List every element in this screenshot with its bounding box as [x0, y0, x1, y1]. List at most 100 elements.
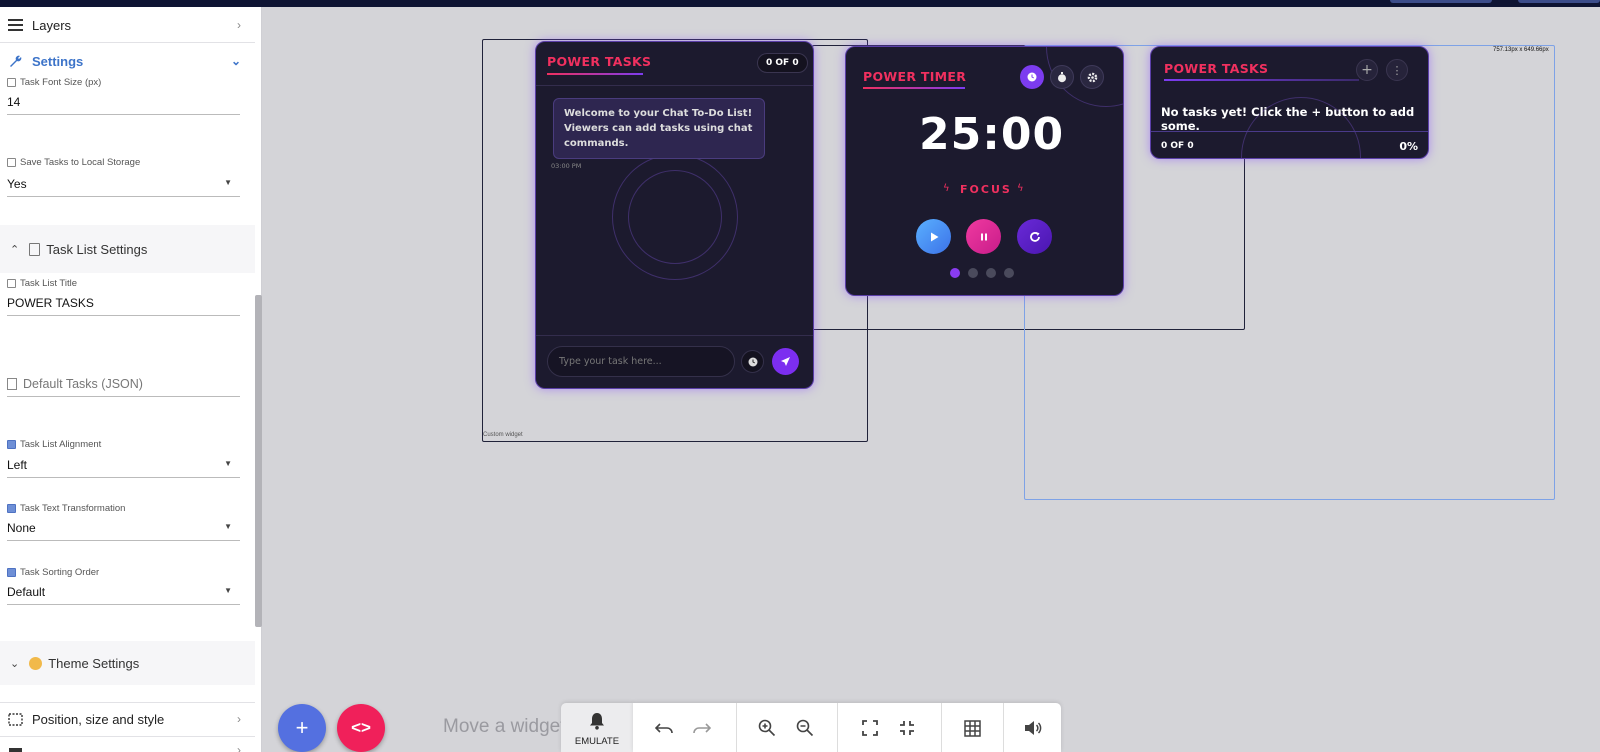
save-label: Save Tasks to Local Storage	[7, 157, 140, 168]
align-icon	[7, 440, 16, 449]
divider	[0, 736, 255, 737]
gear-icon	[1087, 72, 1097, 82]
session-dot	[1004, 268, 1014, 278]
emulate-label: EMULATE	[574, 736, 620, 747]
theme-settings-section[interactable]: ⌄ Theme Settings	[0, 641, 255, 685]
volume-icon	[1025, 721, 1042, 735]
save-select[interactable]: Yes ▼	[7, 177, 240, 197]
alignment-select[interactable]: Left ▼	[7, 458, 240, 478]
top-bar	[0, 0, 1600, 7]
fullscreen-button[interactable]	[859, 717, 881, 739]
play-icon	[930, 232, 938, 241]
task-list-title-label: Task List Title	[7, 278, 77, 289]
task-count-badge: 0 OF 0	[757, 53, 808, 73]
task-list-settings-section[interactable]: ⌃ Task List Settings	[0, 225, 255, 273]
divider	[0, 42, 255, 43]
undo-button[interactable]	[653, 717, 675, 739]
caret-down-icon: ▼	[224, 178, 232, 187]
bolt-icon: ϟ	[1017, 183, 1024, 194]
zoom-out-icon	[796, 719, 814, 737]
animation-row-partial[interactable]: ›	[0, 741, 255, 752]
position-size-label: Position, size and style	[32, 711, 165, 727]
welcome-message: Welcome to your Chat To-Do List! Viewers…	[553, 98, 765, 159]
plus-icon: +	[1361, 62, 1373, 78]
task-list-title-input[interactable]: POWER TASKS	[7, 296, 240, 316]
exit-fullscreen-icon	[900, 721, 914, 735]
edit-icon	[7, 279, 16, 288]
sidebar: Layers › Settings ⌄ Task Font Size (px) …	[0, 7, 262, 752]
sorting-select[interactable]: Default ▼	[7, 585, 240, 605]
header-divider	[536, 85, 813, 86]
message-time: 03:00 PM	[551, 162, 582, 170]
chevron-right-icon: ›	[237, 18, 241, 32]
layers-row[interactable]: Layers ›	[0, 13, 255, 37]
top-bar-pill[interactable]	[1390, 0, 1492, 3]
more-vertical-icon: ⋮	[1391, 63, 1403, 77]
ruler-icon	[7, 78, 16, 87]
document-icon	[7, 378, 17, 390]
pause-button[interactable]	[966, 219, 1001, 254]
add-widget-button[interactable]: +	[278, 704, 326, 752]
timer-display: 25:00	[919, 109, 1065, 160]
film-icon	[7, 742, 23, 752]
redo-button[interactable]	[691, 717, 713, 739]
power-tasks-widget[interactable]: POWER TASKS 0 OF 0 Welcome to your Chat …	[535, 41, 814, 389]
settings-button[interactable]	[1080, 65, 1104, 89]
chevron-down-icon: ⌄	[10, 657, 20, 670]
zoom-in-button[interactable]	[756, 717, 778, 739]
wrench-icon	[7, 53, 23, 69]
sound-button[interactable]	[1022, 717, 1044, 739]
palette-icon	[29, 656, 43, 670]
stopwatch-icon	[1058, 71, 1066, 82]
task-input[interactable]: Type your task here...	[547, 346, 735, 377]
task-percent: 0%	[1399, 140, 1418, 153]
tasks-title: POWER TASKS	[1164, 61, 1269, 76]
code-button[interactable]: <>	[337, 704, 385, 752]
code-icon: <>	[351, 718, 371, 737]
emulate-panel[interactable]: EMULATE	[561, 703, 633, 752]
layers-label: Layers	[32, 17, 72, 33]
grid-button[interactable]	[961, 717, 983, 739]
send-icon	[781, 357, 790, 366]
task-list-settings-label: Task List Settings	[46, 241, 148, 257]
exit-fullscreen-button[interactable]	[896, 717, 918, 739]
frame-caption: Custom widget	[483, 432, 523, 438]
power-timer-widget[interactable]: POWER TIMER 25:00 ϟ FOCUS ϟ	[845, 46, 1124, 296]
stopwatch-button[interactable]	[1050, 65, 1074, 89]
transform-select[interactable]: None ▼	[7, 521, 240, 541]
default-tasks-input[interactable]: Default Tasks (JSON)	[7, 377, 240, 397]
session-dot	[986, 268, 996, 278]
empty-tasks-message: No tasks yet! Click the + button to add …	[1161, 105, 1415, 133]
session-dot	[968, 268, 978, 278]
settings-row[interactable]: Settings ⌄	[0, 49, 255, 73]
reset-button[interactable]	[1017, 219, 1052, 254]
timer-mode-button[interactable]	[1020, 65, 1044, 89]
font-size-input[interactable]: 14	[7, 95, 240, 115]
pause-icon	[980, 233, 987, 240]
power-tasks-widget-2[interactable]: POWER TASKS + ⋮ No tasks yet! Click the …	[1150, 46, 1429, 159]
add-task-button[interactable]: +	[1356, 59, 1378, 81]
timer-mode-label: FOCUS	[960, 183, 1012, 196]
zoom-out-button[interactable]	[794, 717, 816, 739]
send-button[interactable]	[772, 348, 799, 375]
position-size-row[interactable]: Position, size and style ›	[0, 707, 255, 731]
refresh-icon	[1029, 231, 1040, 242]
menu-icon	[7, 17, 23, 33]
more-options-button[interactable]: ⋮	[1386, 59, 1408, 81]
tasks-title: POWER TASKS	[547, 54, 652, 69]
undo-icon	[655, 723, 673, 734]
fullscreen-icon	[862, 720, 878, 736]
chevron-up-icon: ⌃	[10, 243, 20, 256]
canvas-toolbar	[633, 703, 1061, 752]
toolbar-divider	[736, 703, 737, 752]
zoom-in-icon	[758, 719, 776, 737]
sidebar-scrollbar[interactable]	[255, 295, 262, 627]
top-bar-pill[interactable]	[1518, 0, 1600, 3]
play-button[interactable]	[916, 219, 951, 254]
frame-dimensions: 757.13px x 649.66px	[1493, 47, 1549, 53]
clock-button[interactable]	[741, 350, 764, 373]
redo-icon	[693, 723, 711, 734]
plus-icon: +	[295, 715, 309, 740]
settings-label: Settings	[32, 53, 84, 69]
toolbar-divider	[941, 703, 942, 752]
